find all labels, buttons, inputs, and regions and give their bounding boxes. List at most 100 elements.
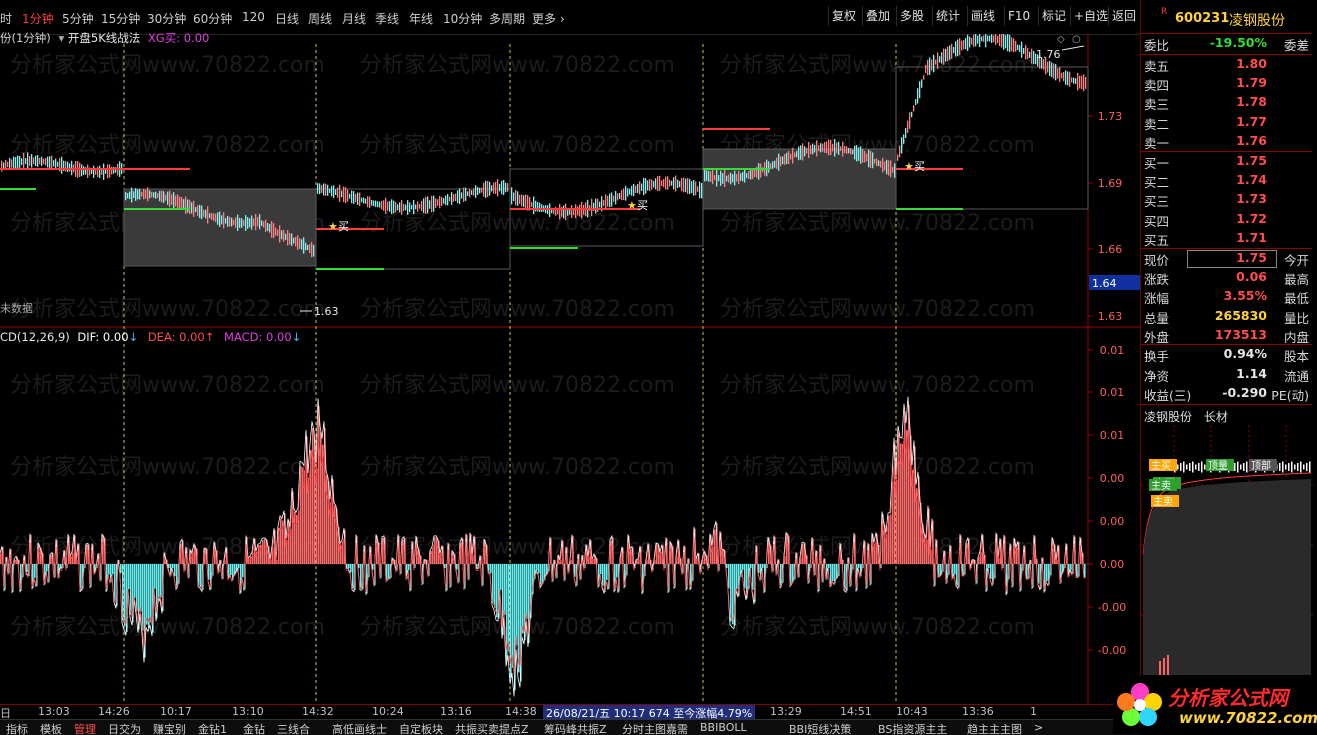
kline-bar [161, 190, 163, 203]
period-tab-7[interactable]: 日线 [275, 10, 299, 27]
kline-bar [107, 164, 109, 179]
period-tab-8[interactable]: 周线 [308, 10, 332, 27]
kline-bar [203, 209, 205, 217]
period-tab-9[interactable]: 月线 [342, 10, 366, 27]
toolbar-button-3[interactable]: 统计 [932, 6, 963, 26]
macd-bar [312, 428, 314, 564]
indicator-tab-17[interactable]: 趋主主主图 [967, 721, 1022, 735]
kline-bar [517, 191, 519, 206]
kline-bar [413, 199, 415, 215]
kline-bar [943, 48, 945, 65]
indicator-tab-15[interactable]: BBI短线决策 [789, 721, 851, 735]
indicator-tab-0[interactable]: 指标 [6, 721, 28, 735]
kline-bar [155, 191, 157, 199]
indicator-tab-9[interactable]: 高低画线士 [332, 721, 387, 735]
period-tab-1[interactable]: 1分钟 [22, 10, 54, 27]
period-tab-5[interactable]: 60分钟 [193, 10, 232, 27]
toolbar-button-0[interactable]: 复权 [828, 6, 859, 26]
kline-bar [297, 235, 299, 250]
stat-row-1: 涨跌 0.06 最高 [1141, 268, 1311, 287]
macd-bar [46, 564, 48, 572]
kline-bar [465, 187, 467, 201]
toggle-icon[interactable]: ▾ [58, 31, 64, 45]
kline-bar [603, 199, 605, 206]
kline-bar [225, 218, 227, 224]
kline-bar [830, 139, 832, 156]
period-tab-11[interactable]: 年线 [409, 10, 433, 27]
stat-row-3-right: 量比 [1283, 310, 1309, 326]
macd-bar [888, 515, 890, 564]
macd-bar [490, 564, 492, 573]
kline-bar [437, 199, 439, 206]
sector-tag[interactable]: 长材 [1204, 410, 1228, 424]
kline-and-macd-chart[interactable]: 分析家公式网www.70822.com 分析家公式网www.70822.com 分析… [0, 34, 1140, 704]
macd-bar [102, 535, 104, 564]
toolbar-button-8[interactable]: 返回 [1108, 6, 1139, 26]
period-tab-2[interactable]: 5分钟 [62, 10, 94, 27]
kline-bar [699, 181, 701, 199]
kline-bar [429, 200, 431, 209]
kline-bar [822, 143, 824, 152]
macd-bar [542, 564, 544, 584]
indicator-tab-16[interactable]: BS指资源主主 [878, 721, 947, 735]
kline-bar [780, 156, 782, 167]
toolbar-button-4[interactable]: 画线 [967, 6, 998, 26]
indicator-tab-18[interactable]: > [1034, 721, 1043, 734]
kline-bar [639, 181, 641, 195]
kline-bar [774, 160, 776, 168]
kline-bar [744, 169, 746, 183]
kline-bar [732, 174, 734, 183]
intraday-mini-chart[interactable]: 主买主卖主买主卖顶量顶部 [1141, 425, 1313, 675]
kline-bar [359, 192, 361, 207]
indicator-tab-12[interactable]: 筹码峰共振Z [544, 721, 607, 735]
indicator-tab-6[interactable]: 金钻 [243, 721, 265, 735]
indicator-name[interactable]: 开盘5K线战法 [68, 31, 140, 45]
indicator-tab-14[interactable]: BBIBOLL [700, 721, 747, 734]
macd-bar [752, 564, 754, 590]
kline-bar [411, 204, 413, 210]
diamond-icon: ◇ [1057, 34, 1065, 45]
macd-name[interactable]: CD(12,26,9) [0, 330, 70, 344]
kline-bar [798, 146, 800, 161]
toolbar-button-6[interactable]: 标记 [1038, 6, 1069, 26]
kline-bar [501, 180, 503, 195]
period-tab-6[interactable]: 120 [242, 10, 265, 24]
kline-bar [1001, 34, 1003, 48]
period-tab-0[interactable]: 时 [0, 10, 12, 27]
indicator-tab-4[interactable]: 赚宝别 [153, 721, 186, 735]
kline-bar [1069, 71, 1071, 87]
kline-bar [353, 191, 355, 204]
kline-bar [663, 179, 665, 188]
kline-bar [631, 185, 633, 196]
period-tab-12[interactable]: 10分钟 [443, 10, 482, 27]
kline-bar [1081, 75, 1083, 90]
kline-bar [165, 194, 167, 201]
indicator-tab-1[interactable]: 模板 [40, 721, 62, 735]
period-tab-3[interactable]: 15分钟 [101, 10, 140, 27]
indicator-tab-13[interactable]: 分时主图嘉需 [622, 721, 688, 735]
kline-bar [183, 199, 185, 210]
indicator-tab-11[interactable]: 共振买卖提点Z [455, 721, 529, 735]
period-tab-4[interactable]: 30分钟 [147, 10, 186, 27]
toolbar-button-5[interactable]: F10 [1004, 6, 1033, 26]
period-tab-14[interactable]: 更多 › [532, 10, 565, 27]
period-tab-10[interactable]: 季线 [375, 10, 399, 27]
watermark-1: 分析家公式网www.70822.com [360, 53, 675, 78]
kline-bar [1013, 38, 1015, 53]
period-tab-13[interactable]: 多周期 [489, 10, 525, 27]
toolbar-button-2[interactable]: 多股 [896, 6, 927, 26]
toolbar-button-1[interactable]: 叠加 [862, 6, 893, 26]
kline-bar [129, 191, 131, 200]
indicator-tab-7[interactable]: 三线合 [277, 721, 310, 735]
kline-bar [671, 180, 673, 186]
sector-label[interactable]: 凌钢股份 [1144, 410, 1192, 424]
kline-bar [913, 105, 915, 112]
indicator-tab-3[interactable]: 日交为 [108, 721, 141, 735]
kline-bar [17, 155, 19, 169]
indicator-tab-5[interactable]: 金钻1 [198, 721, 227, 735]
toolbar-button-7[interactable]: +自选 [1070, 6, 1111, 26]
macd-bar [340, 544, 342, 564]
indicator-tab-2[interactable]: 管理 [74, 721, 96, 735]
kline-bar [800, 145, 802, 160]
indicator-tab-10[interactable]: 自定板块 [399, 721, 443, 735]
